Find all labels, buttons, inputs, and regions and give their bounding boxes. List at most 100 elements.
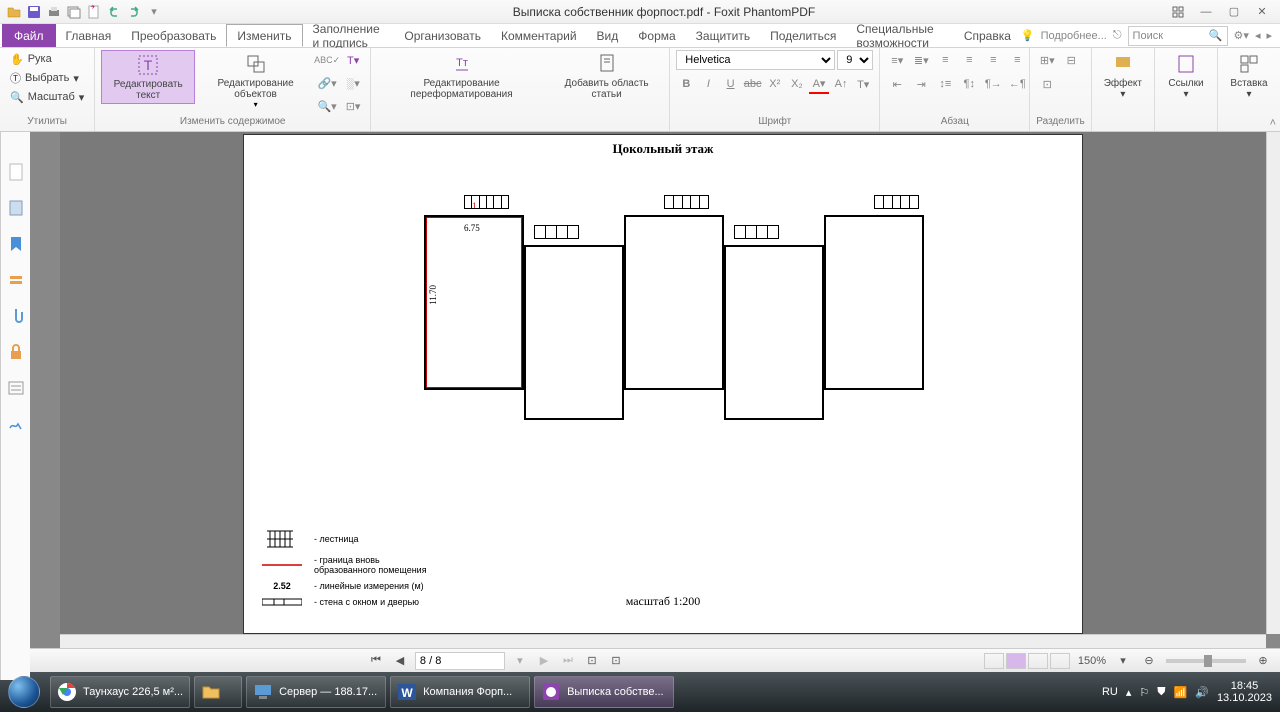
links-button[interactable]: Ссылки▾ — [1161, 50, 1211, 102]
bold-icon[interactable]: B — [676, 74, 696, 94]
link-text-icon[interactable]: ⊡ — [1036, 74, 1058, 94]
prev-page-button[interactable]: ◀ — [391, 654, 409, 667]
link-icon[interactable]: 🔗▾ — [316, 73, 338, 93]
find-icon[interactable]: 🔍▾ — [316, 96, 338, 116]
zoom-out-button[interactable]: ⊖ — [1140, 654, 1158, 667]
security-icon[interactable] — [6, 342, 26, 362]
view-continuous-button[interactable] — [1006, 653, 1026, 669]
view-facing-cont-button[interactable] — [1050, 653, 1070, 669]
search-icon[interactable]: 🔍 — [1209, 29, 1223, 42]
file-tab[interactable]: Файл — [2, 24, 56, 47]
hand-tool[interactable]: ✋Рука — [6, 50, 88, 68]
tree-icon[interactable]: ⎋ — [1113, 29, 1122, 42]
align-right-icon[interactable]: ≡ — [982, 50, 1004, 70]
indent-icon[interactable]: ⇥ — [910, 74, 932, 94]
ribbon-prev-icon[interactable]: ◂ — [1255, 29, 1261, 42]
save-icon[interactable] — [26, 4, 42, 20]
line-spacing-icon[interactable]: ↕≡ — [934, 74, 956, 94]
bulb-icon[interactable]: 💡 — [1021, 29, 1035, 42]
taskbar-item-server[interactable]: Сервер — 188.17... — [246, 676, 386, 708]
effect-button[interactable]: Эффект▾ — [1098, 50, 1148, 102]
taskbar-item-explorer[interactable] — [194, 676, 242, 708]
more-link[interactable]: Подробнее... — [1041, 30, 1107, 42]
ltr-icon[interactable]: ¶→ — [982, 74, 1004, 94]
vertical-scrollbar[interactable] — [1266, 132, 1280, 634]
close-button[interactable]: ✕ — [1254, 4, 1270, 20]
nav-fwd-icon[interactable]: ⊡ — [607, 654, 625, 667]
edit-text-button[interactable]: T Редактировать текст — [101, 50, 195, 104]
undo-icon[interactable] — [106, 4, 122, 20]
zoom-level[interactable]: 150% — [1078, 655, 1106, 667]
minimize-button[interactable]: — — [1198, 4, 1214, 20]
tray-volume-icon[interactable]: 🔊 — [1195, 686, 1209, 699]
tab-fillsign[interactable]: Заполнение и подпись — [303, 24, 395, 47]
superscript-icon[interactable]: X² — [765, 74, 785, 94]
text-color-icon[interactable]: T▾ — [342, 50, 364, 70]
bullets-icon[interactable]: ≡▾ — [886, 50, 908, 70]
tab-organize[interactable]: Организовать — [394, 24, 491, 47]
view-single-button[interactable] — [984, 653, 1004, 669]
merge-icon[interactable]: ⊞▾ — [1036, 50, 1058, 70]
tab-share[interactable]: Поделиться — [760, 24, 846, 47]
window-icon[interactable] — [66, 4, 82, 20]
collapse-ribbon-icon[interactable]: ˄ — [1270, 117, 1276, 129]
qat-dropdown-icon[interactable]: ▾ — [146, 4, 162, 20]
signature-icon[interactable] — [6, 414, 26, 434]
maximize-button[interactable]: ▢ — [1226, 4, 1242, 20]
shading-icon[interactable]: ░▾ — [342, 73, 364, 93]
tab-accessibility[interactable]: Специальные возможности — [846, 24, 953, 47]
form-fields-icon[interactable] — [6, 378, 26, 398]
next-page-button[interactable]: ▶ — [535, 654, 553, 667]
subscript-icon[interactable]: X₂ — [787, 74, 807, 94]
select-tool[interactable]: ⓉВыбрать▾ — [6, 69, 88, 87]
clipboard-icon[interactable] — [6, 198, 26, 218]
clock[interactable]: 18:45 13.10.2023 — [1217, 680, 1272, 704]
taskbar-item-chrome[interactable]: Таунхаус 226,5 м²... — [50, 676, 190, 708]
print-icon[interactable] — [46, 4, 62, 20]
tab-convert[interactable]: Преобразовать — [121, 24, 226, 47]
taskbar-item-word[interactable]: W Компания Форп... — [390, 676, 530, 708]
last-page-button[interactable]: ⏭ — [559, 654, 577, 667]
view-facing-button[interactable] — [1028, 653, 1048, 669]
insert-button[interactable]: Вставка▾ — [1224, 50, 1274, 102]
underline-icon[interactable]: U — [721, 74, 741, 94]
first-page-button[interactable]: ⏮ — [367, 654, 385, 667]
ribbon-next-icon[interactable]: ▸ — [1266, 29, 1272, 42]
layers-icon[interactable] — [6, 270, 26, 290]
reflow-button[interactable]: Tт Редактирование переформатирования — [377, 50, 546, 102]
settings-icon[interactable]: ⊡▾ — [342, 96, 364, 116]
tray-flag-icon[interactable]: ⚐ — [1139, 686, 1149, 699]
document-scroll[interactable]: Цокольный этаж 1 6.75 11.70 — [60, 132, 1266, 634]
minimize-button[interactable] — [1170, 4, 1186, 20]
horizontal-scrollbar[interactable] — [60, 634, 1266, 648]
page-number-input[interactable] — [415, 652, 505, 670]
taskbar-item-foxit[interactable]: Выписка собстве... — [534, 676, 674, 708]
tab-comment[interactable]: Комментарий — [491, 24, 587, 47]
zoom-in-button[interactable]: ⊕ — [1254, 654, 1272, 667]
attachment-icon[interactable] — [6, 306, 26, 326]
redo-icon[interactable] — [126, 4, 142, 20]
page-dropdown-icon[interactable]: ▾ — [511, 654, 529, 667]
numbering-icon[interactable]: ≣▾ — [910, 50, 932, 70]
para-spacing-icon[interactable]: ¶↕ — [958, 74, 980, 94]
font-size-select[interactable]: 9 — [837, 50, 873, 70]
font-name-select[interactable]: Helvetica — [676, 50, 835, 70]
open-icon[interactable] — [6, 4, 22, 20]
align-left-icon[interactable]: ≡ — [934, 50, 956, 70]
strike-icon[interactable]: abc — [743, 74, 763, 94]
rtl-icon[interactable]: ←¶ — [1006, 74, 1028, 94]
text-effects-icon[interactable]: T▾ — [853, 74, 873, 94]
outdent-icon[interactable]: ⇤ — [886, 74, 908, 94]
tab-form[interactable]: Форма — [628, 24, 685, 47]
zoom-dropdown-icon[interactable]: ▾ — [1114, 654, 1132, 667]
tab-home[interactable]: Главная — [56, 24, 122, 47]
grow-font-icon[interactable]: A↑ — [831, 74, 851, 94]
gear-icon[interactable]: ⚙▾ — [1234, 29, 1249, 42]
spellcheck-icon[interactable]: ABC✓ — [316, 50, 338, 70]
tray-up-icon[interactable]: ▴ — [1126, 686, 1132, 699]
nav-back-icon[interactable]: ⊡ — [583, 654, 601, 667]
zoom-tool[interactable]: 🔍Масштаб▾ — [6, 88, 88, 106]
align-center-icon[interactable]: ≡ — [958, 50, 980, 70]
search-input[interactable]: Поиск 🔍 — [1128, 26, 1228, 46]
lang-indicator[interactable]: RU — [1102, 686, 1118, 698]
